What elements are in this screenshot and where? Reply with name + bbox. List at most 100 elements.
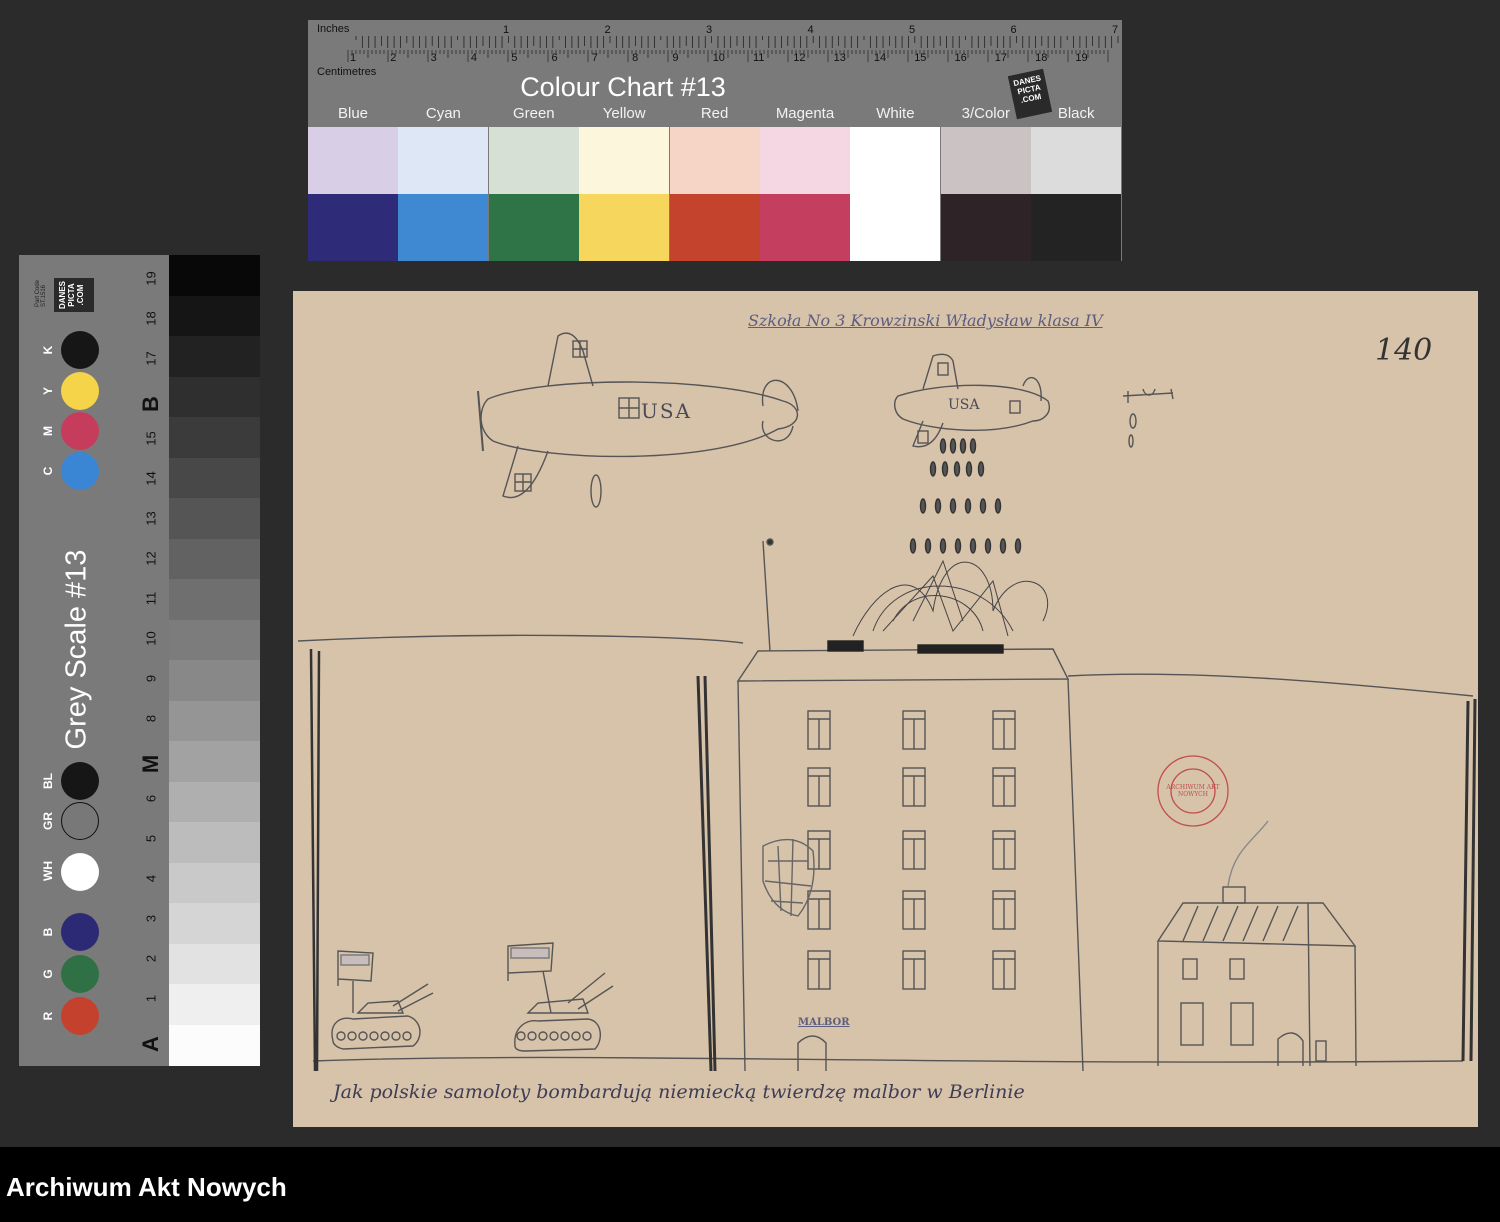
color-dot-gr [61,802,99,840]
grey-scale-title: Grey Scale #13 [60,549,93,750]
grey-scale-number: 8 [143,714,159,723]
building-sign: MALBOR [798,1017,850,1028]
grey-scale-number: 13 [143,511,159,526]
bomb [941,461,949,477]
grey-step [169,1024,260,1066]
inch-mark: 2 [605,24,611,36]
cm-mark: 5 [511,52,517,64]
plane-label-small: USA [948,397,980,413]
color-dot-label: K [41,345,55,355]
page-number: 140 [1375,333,1433,368]
bomb [977,461,985,477]
hatch-patch [762,838,815,917]
swatch-light [940,127,1031,194]
grey-scale-letter: M [138,754,163,774]
cm-mark: 12 [793,52,805,64]
window [807,710,831,750]
tank-wheel [549,1031,559,1041]
swatch-label-magenta: Magenta [775,105,835,122]
bomb [934,498,942,514]
bomb [939,538,947,554]
inch-mark: 5 [909,24,915,36]
grey-step [169,984,260,1025]
explosion-scribble [852,559,1049,637]
cm-mark: 8 [632,52,638,64]
swatch-dark [850,194,941,261]
danes-picta-logo: DANES PICTA .COM [54,278,94,312]
swatch-label-white: White [876,105,915,122]
color-dot-r [61,997,99,1035]
color-dot-label: G [41,969,55,979]
color-dot-m [61,412,99,450]
grey-step [169,255,260,296]
cm-mark: 11 [753,52,764,64]
swatch-dark [579,194,670,261]
swatch-dark [308,194,398,261]
inch-mark: 1 [503,24,509,36]
swatch-dark [1031,194,1122,261]
bomb [949,498,957,514]
swatch-light [1031,127,1122,194]
grey-step [169,619,260,661]
tank-wheel [336,1031,346,1041]
cm-mark: 9 [672,52,678,64]
color-dot-y [61,372,99,410]
color-dot-label: GR [41,812,55,830]
tank-wheel [347,1031,357,1041]
color-dot-wh [61,853,99,891]
grey-scale-number: 11 [143,591,159,606]
grey-step [169,660,260,701]
bomb [984,538,992,554]
window [992,767,1016,807]
pencil-sketch [297,332,1477,1072]
tank-wheel [527,1031,537,1041]
swatch-label-black: Black [1057,105,1095,122]
grey-step [169,903,260,944]
window [992,950,1016,990]
grey-scale-number: 18 [143,311,159,326]
grey-step [169,376,260,418]
grey-scale-number: 3 [143,914,159,923]
cm-mark: 2 [390,52,396,64]
swatch-dark [940,194,1031,261]
color-dot-c [61,452,99,490]
cm-mark: 6 [552,52,558,64]
inch-mark: 3 [706,24,712,36]
window [902,890,926,930]
cm-mark: 1 [350,52,356,64]
tank-wheel [369,1031,379,1041]
grey-step [169,700,260,742]
bomb [979,498,987,514]
grey-scale-number: 17 [143,351,159,366]
grey-step [169,538,260,580]
part-code-label: Part Code ST.1516 [35,279,47,307]
cm-mark: 18 [1035,52,1047,64]
bomb [929,461,937,477]
cm-mark: 3 [431,52,437,64]
swatch-label-red: Red [700,105,729,122]
swatch-light [398,127,489,194]
cm-mark: 16 [955,52,967,64]
grey-scale-number: 5 [143,834,159,843]
swatch-dark [669,194,760,261]
tank-2 [507,942,614,1052]
window [807,767,831,807]
grey-scale-number: 2 [143,954,159,963]
grey-scale-letter: A [138,1036,163,1052]
swatch-light [308,127,398,194]
bomb [969,538,977,554]
grey-step [169,822,260,863]
grey-step [169,417,260,458]
grey-scale-number: 19 [143,271,159,286]
window [992,890,1016,930]
swatch-light [579,127,670,194]
grey-scale-number: 14 [143,471,159,486]
fortress-building [736,538,1084,1072]
grey-step [169,498,260,539]
color-dot-b [61,913,99,951]
swatch-light [669,127,760,194]
archive-name: Archiwum Akt Nowych [6,1172,287,1202]
tank-1 [331,950,434,1050]
window [902,950,926,990]
swatch-label-3color: 3/Color [961,105,1010,122]
